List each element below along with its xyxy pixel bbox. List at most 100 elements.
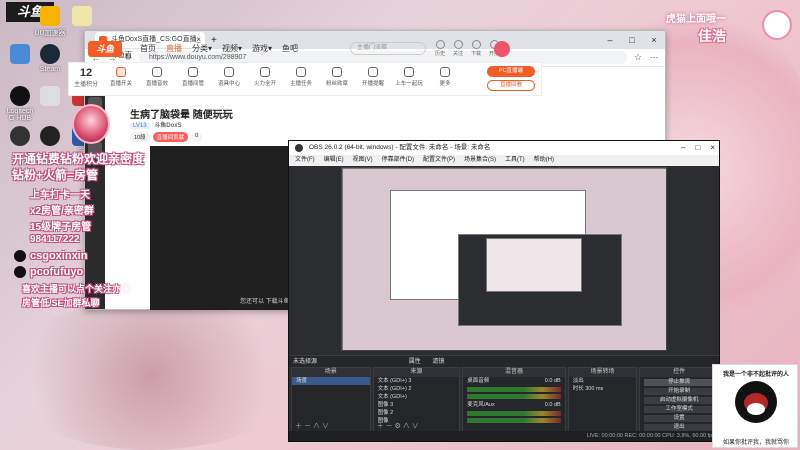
menu-profile[interactable]: 配置文件(P)	[423, 155, 455, 166]
menu-file[interactable]: 文件(F)	[295, 155, 315, 166]
minimize-icon[interactable]: –	[599, 35, 621, 45]
kuma-bottom-text: 如果你批评我，我就骂你	[722, 440, 789, 446]
task-icon	[296, 67, 306, 77]
download-icon	[471, 40, 481, 49]
obs-logo-icon	[295, 144, 303, 152]
toggle-icon	[116, 67, 126, 77]
source-filters-button[interactable]: 滤镜	[432, 359, 444, 365]
obs-maximize-icon[interactable]: □	[695, 141, 700, 155]
menu-icon[interactable]: ⋯	[649, 52, 659, 63]
overlay-line-2: 钻粉+火箭=房管	[12, 168, 99, 182]
tag-contribute[interactable]: 直播间贡献	[152, 132, 189, 142]
douyu-search-input[interactable]: 主播门派赛	[350, 42, 426, 55]
overlay-bilibili: pcofufuyo	[14, 266, 83, 279]
desktop-icon-ghub[interactable]: Logitech G HUB	[4, 86, 36, 130]
desktop-audio-fader[interactable]	[467, 394, 561, 399]
waveform-icon	[152, 67, 162, 77]
folder-icon	[72, 6, 92, 26]
start-recording-button[interactable]: 开始录制	[644, 388, 714, 395]
menu-docks[interactable]: 停靠部件(D)	[382, 155, 414, 166]
menu-tools[interactable]: 工具(T)	[505, 155, 525, 166]
tool-remind[interactable]: 开播提醒	[355, 67, 391, 87]
transition-duration[interactable]: 时长 300 ms	[569, 385, 637, 393]
overlay-douyin: csgoxinxin	[14, 250, 87, 263]
room-sub: LV13 斗鱼DoxS	[130, 120, 182, 129]
nav-yuba[interactable]: 鱼吧	[282, 43, 298, 54]
maximize-icon[interactable]: □	[621, 35, 643, 45]
manage-icon	[188, 67, 198, 77]
level-badge: LV13	[130, 123, 150, 129]
scenes-dock: 场景 场景 ＋ － ∧ ∨	[291, 367, 371, 433]
streamer-avatar[interactable]	[72, 104, 110, 144]
obs-titlebar: OBS 26.0.2 (64-bit, windows) - 配置文件: 未命名…	[289, 141, 719, 155]
nav-game[interactable]: 游戏▾	[252, 43, 272, 54]
obs-title: OBS 26.0.2 (64-bit, windows) - 配置文件: 未命名…	[309, 144, 491, 151]
overlay-qq: 984117222	[30, 234, 80, 245]
nav-category[interactable]: 分类▾	[192, 43, 212, 54]
mic-audio-meter	[467, 411, 561, 416]
tool-badge[interactable]: 粉丝勋章	[319, 67, 355, 87]
fire-icon	[260, 67, 270, 77]
nav-home[interactable]: 首页	[140, 43, 156, 54]
transition-select[interactable]: 淡出	[569, 377, 637, 385]
tool-gift[interactable]: 道具中心	[211, 67, 247, 87]
obs-window: OBS 26.0.2 (64-bit, windows) - 配置文件: 未命名…	[288, 140, 720, 442]
menu-edit[interactable]: 编辑(E)	[324, 155, 344, 166]
exit-button[interactable]: 退出	[644, 424, 714, 431]
video-player[interactable]	[150, 146, 305, 310]
tool-sound[interactable]: 直播音效	[139, 67, 175, 87]
source-item[interactable]: 图像 3	[374, 401, 460, 409]
streamer-toolbar: 12 主播积分 直播开关 直播音效 直播间管 道具中心 火力全开 主播任务 粉丝勋…	[68, 62, 542, 96]
nav-live[interactable]: 直播	[166, 43, 182, 54]
source-item[interactable]: 文本 (GDI+)	[374, 393, 460, 401]
room-title: 生病了脑袋晕 随便玩玩	[130, 110, 233, 121]
desktop-icon-doc[interactable]	[34, 86, 66, 130]
badge-name: 佳浩	[698, 28, 726, 44]
source-item[interactable]: 文本 (GDI+) 2	[374, 385, 460, 393]
virtual-camera-button[interactable]: 启动虚拟摄像机	[644, 397, 714, 404]
car-icon	[404, 67, 414, 77]
obs-close-icon[interactable]: ×	[710, 141, 715, 155]
star-icon[interactable]: ☆	[633, 52, 643, 63]
menu-view[interactable]: 视图(V)	[353, 155, 373, 166]
download-button[interactable]: 下载	[471, 40, 481, 57]
kumamon-face-icon	[735, 381, 777, 423]
douyu-site-logo[interactable]: 斗鱼	[88, 41, 122, 57]
obs-window-controls: – □ ×	[681, 141, 715, 155]
settings-button[interactable]: 设置	[644, 415, 714, 422]
tool-live-switch[interactable]: 直播开关	[103, 67, 139, 87]
user-avatar[interactable]	[494, 41, 510, 57]
replay-button[interactable]: 直播回看	[487, 80, 535, 91]
transitions-dock: 场景转场 淡出 时长 300 ms	[567, 367, 638, 433]
nav-video[interactable]: 视频▾	[222, 43, 242, 54]
source-properties-button[interactable]: 属性	[409, 359, 421, 365]
streamer-points: 12 主播积分	[73, 67, 98, 88]
studio-mode-button[interactable]: 工作室模式	[644, 406, 714, 413]
pc-live-button[interactable]: PC直播端	[487, 66, 535, 77]
menu-scene-collection[interactable]: 场景集合(S)	[464, 155, 496, 166]
tool-room-manage[interactable]: 直播间管	[175, 67, 211, 87]
badge-icon	[332, 67, 342, 77]
pc-live-group: PC直播端 直播回看	[487, 66, 535, 91]
tag-rank[interactable]: 10段	[130, 132, 150, 142]
history-button[interactable]: 历史	[435, 40, 445, 57]
kuma-top-text: 我是一个非不起批评的人	[722, 372, 789, 378]
douyin-icon	[14, 250, 26, 263]
stop-streaming-button[interactable]: 停止推流	[644, 379, 714, 386]
obs-minimize-icon[interactable]: –	[681, 141, 685, 155]
mic-audio-fader[interactable]	[467, 418, 561, 423]
follow-button[interactable]: 关注	[453, 40, 463, 57]
menu-help[interactable]: 帮助(H)	[534, 155, 554, 166]
douyu-nav: 首页 直播 分类▾ 视频▾ 游戏▾ 鱼吧	[140, 43, 298, 54]
tool-more[interactable]: 更多	[427, 67, 463, 87]
tool-ride[interactable]: 上车一起玩	[391, 67, 427, 87]
source-item[interactable]: 图像 2	[374, 409, 460, 417]
tool-task[interactable]: 主播任务	[283, 67, 319, 87]
follow-icon	[453, 40, 463, 49]
tool-fire[interactable]: 火力全开	[247, 67, 283, 87]
source-item[interactable]: 文本 (GDI+) 3	[374, 377, 460, 385]
overlay-line-5: 15级牌子房管	[30, 222, 92, 233]
scene-item[interactable]: 场景	[292, 377, 370, 385]
obs-preview[interactable]	[341, 167, 667, 351]
overlay-line-8: 房管低/SE加群私聊	[22, 298, 100, 308]
